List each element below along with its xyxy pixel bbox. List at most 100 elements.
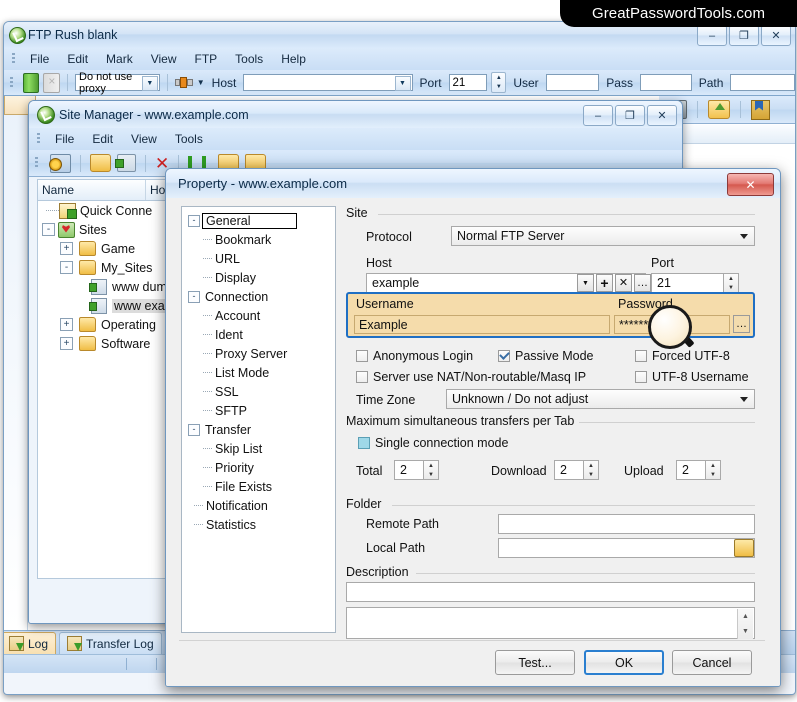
category-sftp[interactable]: SFTP xyxy=(186,401,335,420)
password-browse-button[interactable]: … xyxy=(733,315,750,333)
toolbar-grip-handle[interactable] xyxy=(10,76,13,89)
tree-expander-icon[interactable]: - xyxy=(60,261,73,274)
plug-icon[interactable] xyxy=(174,77,193,89)
site-manager-close-button[interactable]: ✕ xyxy=(647,105,677,126)
category-proxy-server[interactable]: Proxy Server xyxy=(186,344,335,363)
timezone-label: Time Zone xyxy=(356,393,415,407)
tree-expander-icon[interactable]: - xyxy=(188,214,200,227)
local-path-browse-button[interactable] xyxy=(734,539,754,557)
category-skip-list[interactable]: Skip List xyxy=(186,439,335,458)
chevron-down-icon xyxy=(740,397,748,402)
menu-item-file[interactable]: File xyxy=(21,50,58,68)
category-ident[interactable]: Ident xyxy=(186,325,335,344)
download-stepper[interactable]: ▲ ▼ xyxy=(583,460,599,480)
local-path-input[interactable] xyxy=(498,538,755,558)
port-stepper[interactable]: ▲ ▼ xyxy=(723,273,739,293)
category-url[interactable]: URL xyxy=(186,249,335,268)
single-connection-checkbox[interactable]: Single connection mode xyxy=(358,436,508,450)
total-stepper[interactable]: ▲ ▼ xyxy=(423,460,439,480)
site-manager-menu-grip[interactable] xyxy=(37,133,40,145)
host-delete-button[interactable]: ✕ xyxy=(615,274,632,292)
category-connection[interactable]: - Connection xyxy=(186,287,335,306)
new-site-icon[interactable] xyxy=(115,154,136,172)
category-ssl[interactable]: SSL xyxy=(186,382,335,401)
category-general[interactable]: - General xyxy=(186,211,335,230)
timezone-select[interactable]: Unknown / Do not adjust xyxy=(446,389,755,409)
password-input[interactable]: ******* xyxy=(614,315,730,334)
site-settings-icon[interactable] xyxy=(49,153,71,173)
pass-input[interactable] xyxy=(639,74,692,91)
proxy-select[interactable]: Do not use proxy ▼ xyxy=(75,71,160,95)
tab-log[interactable]: Log xyxy=(4,632,57,654)
site-manager-minimize-button[interactable]: – xyxy=(583,105,613,126)
protocol-select[interactable]: Normal FTP Server xyxy=(451,226,755,246)
menu-item-edit[interactable]: Edit xyxy=(58,50,97,68)
cancel-button[interactable]: Cancel xyxy=(672,650,752,675)
property-dialog-body: - General Bookmark URL Display - Connect… xyxy=(166,198,780,686)
site-manager-toolbar-grip[interactable] xyxy=(35,157,38,169)
menu-item-help[interactable]: Help xyxy=(272,50,315,68)
tree-connector xyxy=(203,238,212,241)
tree-expander-icon[interactable]: + xyxy=(60,242,73,255)
menu-grip-handle[interactable] xyxy=(12,53,15,65)
forced-utf8-checkbox[interactable]: Forced UTF-8 xyxy=(635,349,730,363)
property-settings-panel: Site Protocol Normal FTP Server Host Por… xyxy=(346,206,765,639)
category-display[interactable]: Display xyxy=(186,268,335,287)
tree-expander-icon[interactable]: - xyxy=(42,223,55,236)
tree-expander-icon[interactable]: - xyxy=(188,423,200,436)
path-input[interactable] xyxy=(730,74,795,91)
property-dialog-close-button[interactable]: ✕ xyxy=(727,173,774,196)
test-button[interactable]: Test... xyxy=(495,650,575,675)
maximize-button[interactable]: ❐ xyxy=(729,25,759,46)
plug-dropdown-icon[interactable]: ▼ xyxy=(197,78,205,87)
tree-expander-icon[interactable]: + xyxy=(60,318,73,331)
host-add-button[interactable]: + xyxy=(596,274,613,292)
category-priority[interactable]: Priority xyxy=(186,458,335,477)
site-manager-maximize-button[interactable]: ❐ xyxy=(615,105,645,126)
passive-mode-checkbox[interactable]: Passive Mode xyxy=(498,349,594,363)
sm-menu-item-file[interactable]: File xyxy=(46,130,83,148)
tree-expander-icon[interactable]: - xyxy=(188,290,200,303)
remote-path-input[interactable] xyxy=(498,514,755,534)
category-statistics[interactable]: Statistics xyxy=(186,515,335,534)
close-button[interactable]: ✕ xyxy=(761,25,791,46)
column-header-name[interactable]: Name xyxy=(38,180,146,200)
port-input[interactable]: 21 xyxy=(448,74,488,91)
host-dropdown-button[interactable]: ▼ xyxy=(577,274,594,292)
new-folder-icon[interactable] xyxy=(90,154,111,172)
user-input[interactable] xyxy=(545,74,600,91)
utf8-username-checkbox[interactable]: UTF-8 Username xyxy=(635,370,749,384)
menu-item-ftp[interactable]: FTP xyxy=(186,50,227,68)
server-nat-checkbox[interactable]: Server use NAT/Non-routable/Masq IP xyxy=(356,370,586,384)
sm-menu-item-tools[interactable]: Tools xyxy=(166,130,212,148)
host-combo[interactable]: ▼ xyxy=(243,74,413,91)
anonymous-login-checkbox[interactable]: Anonymous Login xyxy=(356,349,473,363)
category-list-mode[interactable]: List Mode xyxy=(186,363,335,382)
property-category-tree[interactable]: - General Bookmark URL Display - Connect… xyxy=(181,206,336,633)
description-scrollbar[interactable]: ▲ ▼ xyxy=(737,609,753,639)
description-line-input[interactable] xyxy=(346,582,755,602)
menu-item-mark[interactable]: Mark xyxy=(97,50,142,68)
description-textarea[interactable]: ▲ ▼ xyxy=(346,607,755,639)
port-stepper[interactable]: ▲ ▼ xyxy=(491,72,507,93)
category-bookmark[interactable]: Bookmark xyxy=(186,230,335,249)
parent-folder-icon[interactable] xyxy=(708,100,730,119)
menu-item-tools[interactable]: Tools xyxy=(226,50,272,68)
sm-menu-item-edit[interactable]: Edit xyxy=(83,130,122,148)
username-input[interactable]: Example xyxy=(354,315,610,334)
minimize-button[interactable]: – xyxy=(697,25,727,46)
disconnect-icon[interactable] xyxy=(43,72,61,93)
menu-item-view[interactable]: View xyxy=(142,50,186,68)
category-notification[interactable]: Notification xyxy=(186,496,335,515)
tree-expander-icon[interactable]: + xyxy=(60,337,73,350)
host-browse-button[interactable]: … xyxy=(634,274,651,292)
new-connection-icon[interactable] xyxy=(22,72,40,93)
category-file-exists[interactable]: File Exists xyxy=(186,477,335,496)
sm-menu-item-view[interactable]: View xyxy=(122,130,166,148)
bookmark-icon[interactable] xyxy=(751,99,770,120)
ok-button[interactable]: OK xyxy=(584,650,664,675)
tab-transfer-log[interactable]: Transfer Log xyxy=(59,632,162,654)
upload-stepper[interactable]: ▲ ▼ xyxy=(705,460,721,480)
category-transfer[interactable]: - Transfer xyxy=(186,420,335,439)
category-account[interactable]: Account xyxy=(186,306,335,325)
